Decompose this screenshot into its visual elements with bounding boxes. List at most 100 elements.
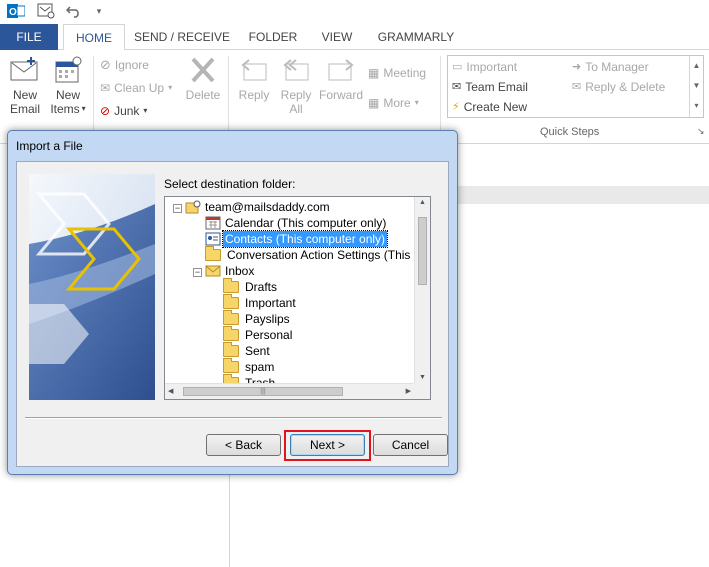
folder-icon bbox=[223, 326, 239, 341]
quick-step-reply-delete-label: Reply & Delete bbox=[585, 80, 666, 94]
more-button[interactable]: ▦ More ▾ bbox=[368, 94, 419, 112]
new-items-button[interactable]: New Items ▾ bbox=[48, 56, 88, 116]
cancel-button[interactable]: Cancel bbox=[373, 434, 448, 456]
ignore-label: Ignore bbox=[114, 58, 149, 72]
tree-item-spam[interactable]: spam bbox=[223, 358, 276, 375]
collapse-inbox-icon[interactable]: − bbox=[193, 268, 202, 277]
scrollbar-thumb[interactable]: ||| bbox=[183, 387, 343, 396]
quick-step-create-new-label: Create New bbox=[463, 100, 528, 114]
reply-label: Reply bbox=[238, 88, 270, 102]
scroll-up-icon[interactable]: ▲ bbox=[690, 56, 703, 76]
tree-vertical-scrollbar[interactable]: ▲ ▼ bbox=[414, 197, 430, 383]
tree-item-sent[interactable]: Sent bbox=[223, 342, 272, 359]
collapse-account-icon[interactable]: − bbox=[173, 204, 182, 213]
ignore-icon: ⊘ bbox=[100, 57, 111, 72]
tree-item-label: Calendar (This computer only) bbox=[225, 216, 387, 230]
tab-folder[interactable]: FOLDER bbox=[242, 24, 304, 50]
dropdown-arrow-icon: ▾ bbox=[81, 104, 86, 113]
ignore-button[interactable]: ⊘ Ignore bbox=[100, 56, 149, 74]
delete-button[interactable]: Delete bbox=[183, 56, 223, 102]
tree-item-payslips[interactable]: Payslips bbox=[223, 310, 292, 327]
tab-file[interactable]: FILE bbox=[0, 24, 58, 50]
calendar-icon bbox=[205, 216, 221, 230]
clean-up-icon: ✉ bbox=[100, 81, 111, 95]
new-email-icon bbox=[10, 56, 40, 84]
quick-step-important[interactable]: ▭ Important bbox=[452, 58, 517, 76]
folder-icon bbox=[223, 310, 239, 325]
ribbon-tabs: FILE HOME SEND / RECEIVE FOLDER VIEW GRA… bbox=[0, 24, 709, 51]
folder-tree[interactable]: − team@mailsdaddy.com Calendar (This com… bbox=[164, 196, 431, 400]
expand-gallery-icon[interactable]: ▾ bbox=[690, 96, 703, 116]
tree-item-drafts[interactable]: Drafts bbox=[223, 278, 279, 295]
send-receive-all-icon[interactable] bbox=[36, 2, 56, 20]
meeting-button[interactable]: ▦ Meeting bbox=[368, 64, 426, 82]
title-bar: O ▾ bbox=[0, 0, 709, 24]
more-label: More bbox=[383, 96, 411, 110]
delete-icon bbox=[188, 56, 218, 84]
tab-grammarly[interactable]: GRAMMARLY bbox=[370, 24, 462, 50]
junk-label: Junk bbox=[114, 104, 140, 118]
tree-item-inbox[interactable]: Inbox bbox=[205, 263, 256, 279]
folder-icon bbox=[205, 246, 221, 261]
scrollbar-thumb[interactable] bbox=[418, 217, 427, 285]
reply-icon bbox=[239, 56, 269, 84]
scroll-up-icon[interactable]: ▲ bbox=[419, 199, 426, 206]
tree-item-calendar[interactable]: Calendar (This computer only) bbox=[205, 215, 388, 231]
dialog-launcher-icon[interactable]: ↘ bbox=[697, 126, 705, 137]
tree-item-label: Important bbox=[245, 296, 296, 310]
quick-step-team-email[interactable]: ✉ Team Email bbox=[452, 78, 528, 96]
tab-view[interactable]: VIEW bbox=[312, 24, 362, 50]
quick-step-reply-delete[interactable]: ✉ Reply & Delete bbox=[572, 78, 665, 96]
inbox-icon bbox=[205, 264, 221, 278]
team-email-icon: ✉ bbox=[452, 81, 462, 93]
junk-button[interactable]: ⊘ Junk ▾ bbox=[100, 102, 147, 120]
arrow-right-icon: ➜ bbox=[572, 61, 582, 73]
tree-item-label: Drafts bbox=[245, 280, 278, 294]
back-button[interactable]: < Back bbox=[206, 434, 281, 456]
undo-icon[interactable] bbox=[64, 2, 84, 20]
tree-item-label: Contacts (This computer only) bbox=[221, 230, 389, 248]
tree-horizontal-scrollbar[interactable]: ◀ ||| ▶ bbox=[165, 383, 414, 399]
reply-button[interactable]: Reply bbox=[234, 56, 274, 102]
quick-step-to-manager[interactable]: ➜ To Manager bbox=[572, 58, 649, 76]
quick-step-important-label: Important bbox=[466, 60, 518, 74]
select-destination-label: Select destination folder: bbox=[164, 177, 296, 191]
group-separator bbox=[228, 56, 229, 134]
clean-up-label: Clean Up bbox=[114, 81, 165, 95]
tree-item-personal[interactable]: Personal bbox=[223, 326, 294, 343]
quick-step-to-manager-label: To Manager bbox=[585, 60, 649, 74]
tree-item-conversation-action-settings[interactable]: Conversation Action Settings (This c bbox=[205, 246, 422, 263]
reply-delete-icon: ✉ bbox=[572, 81, 582, 93]
tab-home[interactable]: HOME bbox=[63, 24, 125, 51]
scroll-down-icon[interactable]: ▼ bbox=[419, 374, 426, 381]
forward-icon bbox=[326, 56, 356, 84]
quick-step-create-new[interactable]: ⚡ Create New bbox=[452, 98, 527, 116]
contacts-icon bbox=[205, 232, 221, 246]
new-items-label-row: Items ▾ bbox=[48, 102, 88, 116]
folder-icon bbox=[223, 294, 239, 309]
folder-icon bbox=[223, 358, 239, 373]
tree-item-important[interactable]: Important bbox=[223, 294, 298, 311]
forward-button[interactable]: Forward bbox=[318, 56, 364, 102]
reply-all-label-1: Reply bbox=[280, 88, 312, 102]
reply-all-button[interactable]: Reply All bbox=[276, 56, 316, 116]
dropdown-arrow-icon: ▾ bbox=[168, 83, 173, 92]
quick-step-team-email-label: Team Email bbox=[465, 80, 528, 94]
tree-item-label: team@mailsdaddy.com bbox=[205, 200, 330, 214]
delete-label: Delete bbox=[185, 88, 221, 102]
scroll-left-icon[interactable]: ◀ bbox=[168, 387, 173, 395]
scroll-down-icon[interactable]: ▼ bbox=[690, 76, 703, 96]
next-button-highlight bbox=[284, 430, 371, 461]
scroll-right-icon[interactable]: ▶ bbox=[406, 387, 411, 395]
tree-item-contacts[interactable]: Contacts (This computer only) bbox=[205, 230, 389, 248]
tab-send-receive[interactable]: SEND / RECEIVE bbox=[132, 24, 232, 50]
tree-item-label: Sent bbox=[245, 344, 270, 358]
clean-up-button[interactable]: ✉ Clean Up ▾ bbox=[100, 79, 172, 97]
junk-icon: ⊘ bbox=[100, 104, 111, 118]
new-email-button[interactable]: New Email bbox=[6, 56, 44, 116]
tree-item-account[interactable]: team@mailsdaddy.com bbox=[185, 199, 332, 215]
new-items-label-2: Items bbox=[50, 102, 80, 116]
quick-steps-scrollbar[interactable]: ▲ ▼ ▾ bbox=[689, 56, 703, 117]
customize-quick-access-icon[interactable]: ▾ bbox=[92, 2, 106, 20]
dialog-title: Import a File bbox=[16, 139, 83, 153]
